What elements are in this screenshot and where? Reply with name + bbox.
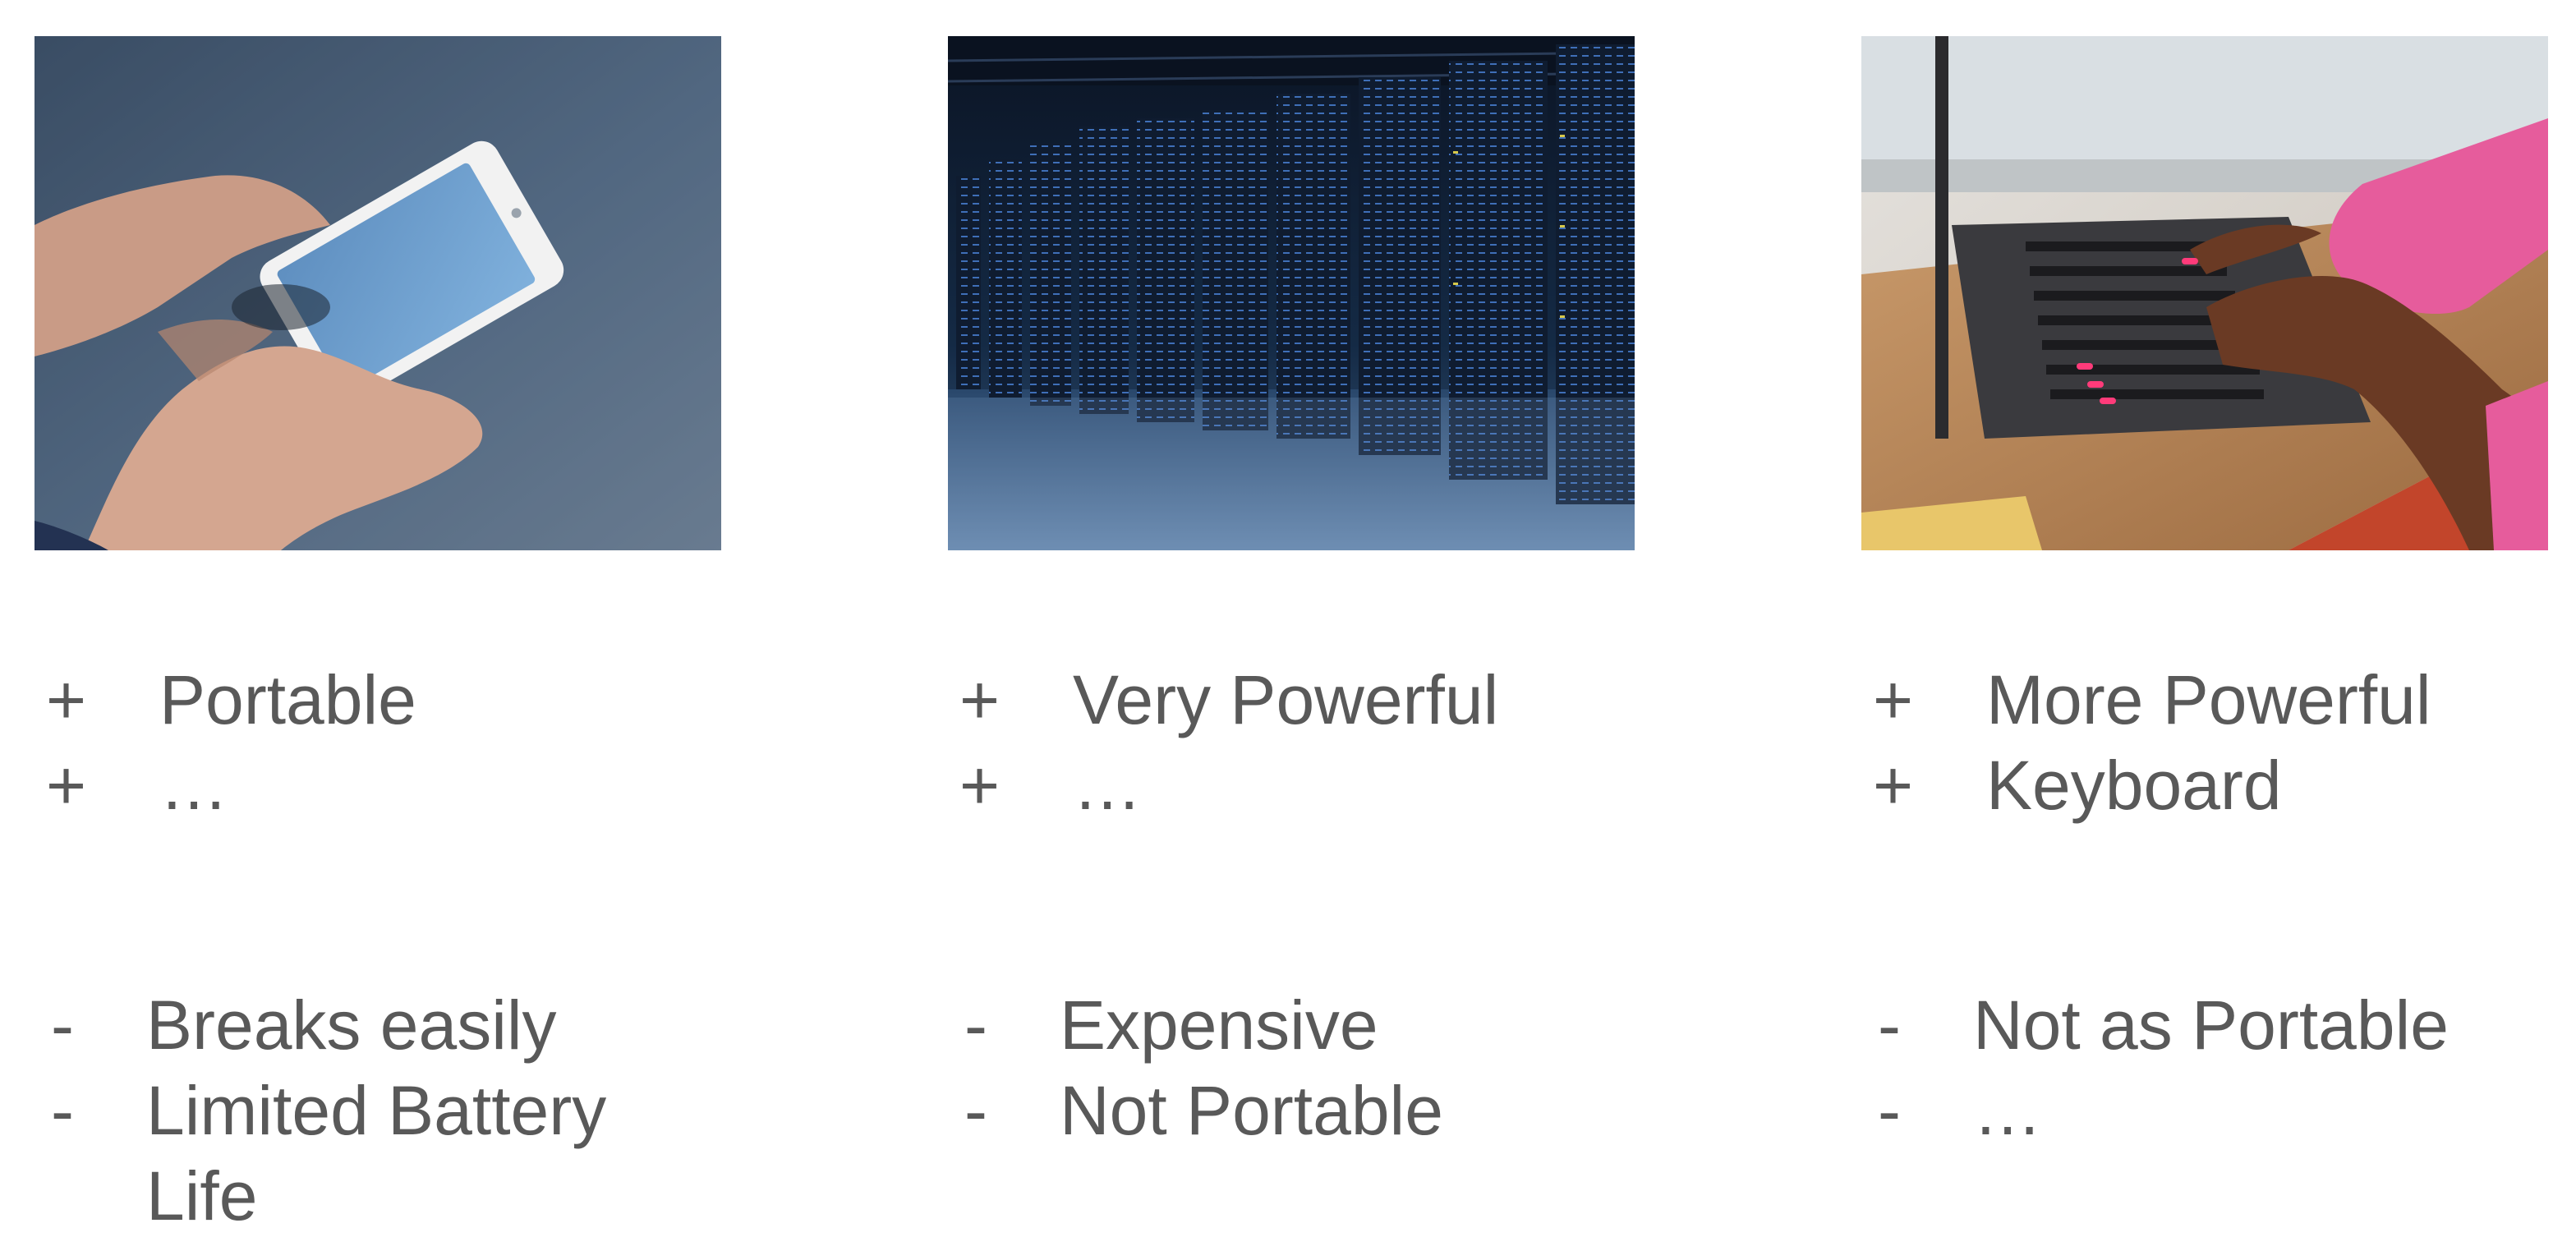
- server-pros-list: + Very Powerful +…: [948, 657, 1498, 828]
- pro-text: …: [1073, 747, 1142, 824]
- plus-marker: +: [46, 747, 87, 824]
- list-item: - Expensive: [948, 982, 1443, 1068]
- minus-marker: -: [1878, 986, 1901, 1064]
- plus-marker: +: [46, 661, 87, 738]
- list-item: - Not as Portable: [1861, 982, 2449, 1068]
- smartphone-pros-list: + Portable +…: [34, 657, 416, 828]
- pro-text: More Powerful: [1986, 661, 2431, 738]
- list-item: - Limited Battery Life: [34, 1068, 721, 1237]
- smartphone-cons-list: - Breaks easily - Limited Battery Life: [34, 982, 721, 1237]
- list-item: +…: [34, 743, 416, 828]
- column-server: + Very Powerful +… - Expensive - Not Portab…: [915, 0, 1654, 1237]
- minus-marker: -: [51, 986, 74, 1064]
- column-smartphone: + Portable +… - Breaks easily - Limited Bat…: [2, 0, 741, 1237]
- smartphone-photo: [34, 36, 721, 550]
- pro-text: …: [159, 747, 228, 824]
- laptop-photo: [1861, 36, 2548, 550]
- minus-marker: -: [51, 1072, 74, 1149]
- con-text: Breaks easily: [146, 986, 557, 1064]
- server-cons-list: - Expensive - Not Portable: [948, 982, 1443, 1153]
- plus-marker: +: [1873, 747, 1914, 824]
- minus-marker: -: [964, 986, 987, 1064]
- con-text: Not Portable: [1060, 1072, 1443, 1149]
- plus-marker: +: [959, 661, 1000, 738]
- pro-text: Keyboard: [1986, 747, 2282, 824]
- list-item: - Breaks easily: [34, 982, 721, 1068]
- list-item: + More Powerful: [1861, 657, 2431, 743]
- list-item: -…: [1861, 1068, 2449, 1153]
- con-text: …: [1973, 1072, 2042, 1149]
- con-text: Not as Portable: [1973, 986, 2449, 1064]
- slide: + Portable +… - Breaks easily - Limited Bat…: [0, 0, 2576, 1237]
- list-item: - Not Portable: [948, 1068, 1443, 1153]
- minus-marker: -: [964, 1072, 987, 1149]
- con-text: Expensive: [1060, 986, 1378, 1064]
- list-item: + Keyboard: [1861, 743, 2431, 828]
- laptop-pros-list: + More Powerful + Keyboard: [1861, 657, 2431, 828]
- list-item: + Very Powerful: [948, 657, 1498, 743]
- con-text: Limited Battery Life: [146, 1072, 607, 1235]
- column-laptop: + More Powerful + Keyboard - Not as Portabl…: [1828, 0, 2568, 1237]
- plus-marker: +: [1873, 661, 1914, 738]
- laptop-cons-list: - Not as Portable -…: [1861, 982, 2449, 1153]
- plus-marker: +: [959, 747, 1000, 824]
- minus-marker: -: [1878, 1072, 1901, 1149]
- pro-text: Very Powerful: [1073, 661, 1499, 738]
- pro-text: Portable: [159, 661, 416, 738]
- server-photo: [948, 36, 1635, 550]
- list-item: + Portable: [34, 657, 416, 743]
- list-item: +…: [948, 743, 1498, 828]
